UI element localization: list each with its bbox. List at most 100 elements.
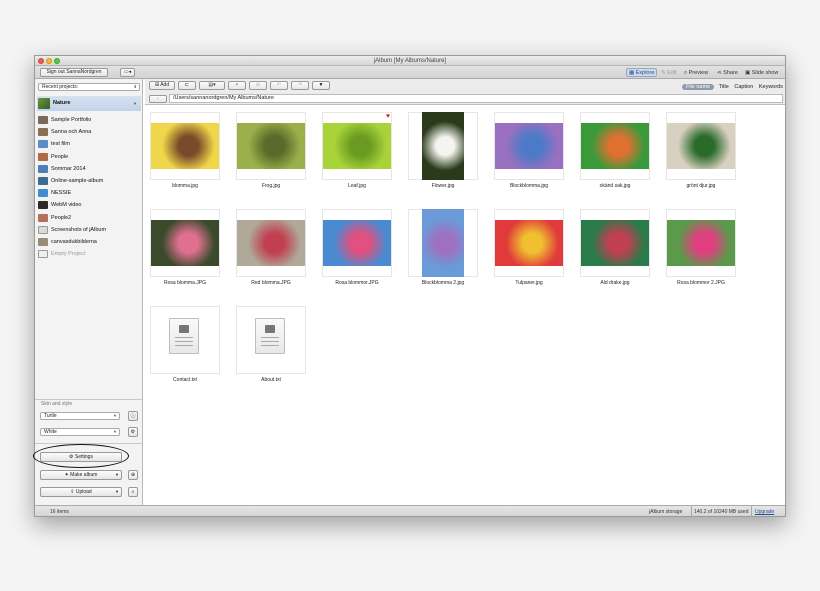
sidebar-item-empty-project[interactable]: Empty Project bbox=[37, 248, 141, 260]
edit-icon: ✎ bbox=[661, 70, 666, 76]
close-window-button[interactable] bbox=[38, 58, 44, 64]
delete-icon: ⊖ bbox=[255, 82, 261, 88]
sidebar-item-sample-portfolio[interactable]: Sample Portfolio bbox=[37, 114, 141, 126]
file-tile-image[interactable]: grönt djur.jpg bbox=[666, 112, 736, 190]
heart-icon[interactable]: ♥ bbox=[386, 113, 390, 120]
search-button[interactable]: ⌕ bbox=[128, 487, 138, 497]
file-tile-image[interactable]: Ald drake.jpg bbox=[580, 209, 650, 287]
settings-highlight-ring bbox=[33, 444, 129, 468]
sort-keywords[interactable]: Keywords bbox=[759, 84, 783, 90]
project-thumbnail bbox=[38, 225, 48, 234]
recent-projects-dropdown[interactable]: Recent projects: ⬍ bbox=[38, 83, 140, 91]
sidebar-item-test-film[interactable]: test film bbox=[37, 138, 141, 150]
photo-thumbnail bbox=[323, 220, 391, 266]
project-thumbnail bbox=[38, 98, 50, 109]
rotate-left-button[interactable]: ↶ bbox=[270, 81, 288, 90]
upgrade-link[interactable]: Upgrade bbox=[755, 506, 774, 516]
project-thumbnail bbox=[38, 201, 48, 210]
sign-out-button[interactable]: Sign out SannaNordgren bbox=[40, 68, 108, 77]
make-album-button[interactable]: ✦ Make album ▼ bbox=[40, 470, 122, 480]
project-thumbnail bbox=[38, 250, 48, 259]
back-button[interactable]: ‹ bbox=[149, 95, 167, 103]
tab-explore[interactable]: ▦ Explore bbox=[626, 68, 658, 77]
sidebar-item-label: People2 bbox=[51, 214, 72, 221]
photo-thumbnail bbox=[495, 123, 563, 169]
tab-preview[interactable]: ⌕ Preview bbox=[684, 69, 708, 77]
file-tile-image[interactable]: Rosa blomma.JPG bbox=[150, 209, 220, 287]
file-tile-document[interactable]: About.txt bbox=[236, 306, 306, 384]
photo-thumbnail bbox=[151, 123, 219, 169]
new-page-button[interactable]: ▤▾ bbox=[199, 81, 225, 90]
tab-edit[interactable]: ✎ Edit bbox=[661, 69, 677, 77]
file-grid: blomma.jpg Frog.jpg ♥ Leaf.jpg Flower.jpg Blo… bbox=[145, 106, 785, 505]
sidebar: Recent projects: ⬍ Nature ▼ Sample Portf… bbox=[35, 79, 143, 505]
sort-options: File name Title Caption Keywords bbox=[681, 83, 783, 91]
file-tile-image[interactable]: Red blomma.JPG bbox=[236, 209, 306, 287]
storage-usage: 140.2 of 10240 MB used bbox=[691, 506, 752, 516]
file-tile-image[interactable]: okänd sak.jpg bbox=[580, 112, 650, 190]
tab-slide-show[interactable]: ▣ Slide show bbox=[745, 69, 778, 77]
file-tile-image[interactable]: ♥ Leaf.jpg bbox=[322, 112, 392, 190]
sort-title[interactable]: Title bbox=[719, 84, 729, 90]
new-folder-button[interactable]: ⊏ bbox=[178, 81, 196, 90]
sidebar-item-canvasdukbilderna[interactable]: canvasdukbilderna bbox=[37, 236, 141, 248]
magnifier-icon: ⌕ bbox=[684, 70, 688, 76]
file-tile-document[interactable]: Contact.txt bbox=[150, 306, 220, 384]
favorite-button[interactable]: ♥ bbox=[228, 81, 246, 90]
rotate-right-button[interactable]: ↷ bbox=[291, 81, 309, 90]
skin-and-style-label: Skin and style bbox=[41, 401, 73, 407]
file-name-label: Leaf.jpg bbox=[348, 183, 366, 189]
sort-file-name[interactable]: File name bbox=[681, 84, 715, 90]
sidebar-item-sommar-2014[interactable]: Sommar 2014 bbox=[37, 163, 141, 175]
skin-info-button[interactable]: ⓘ bbox=[128, 411, 138, 421]
style-dropdown[interactable]: White ▼ bbox=[40, 428, 120, 436]
dropdown-arrow-icon: ▼ bbox=[113, 429, 117, 434]
path-field[interactable]: /Users/sannanordgren/My Albums/Nature bbox=[169, 94, 783, 103]
zoom-window-button[interactable] bbox=[54, 58, 60, 64]
file-tile-image[interactable]: Rosa blommor 2.JPG bbox=[666, 209, 736, 287]
minimize-window-button[interactable] bbox=[46, 58, 52, 64]
style-settings-button[interactable]: ⚙ bbox=[128, 427, 138, 437]
delete-button[interactable]: ⊖ bbox=[249, 81, 267, 90]
chevron-down-icon[interactable]: ▼ bbox=[133, 96, 137, 111]
chevron-down-icon[interactable]: ▼ bbox=[115, 471, 119, 479]
sidebar-item-screenshots-of-jalbum[interactable]: Screenshots of jAlbum bbox=[37, 224, 141, 236]
zoom-in-button[interactable]: ⊕ bbox=[128, 470, 138, 480]
file-tile-image[interactable]: Frog.jpg bbox=[236, 112, 306, 190]
video-toggle-button[interactable]: ▭◂ bbox=[120, 68, 135, 77]
zoom-in-icon: ⊕ bbox=[130, 472, 136, 478]
tab-share[interactable]: ⋖ Share bbox=[717, 69, 738, 77]
chevron-down-icon[interactable]: ▼ bbox=[115, 488, 119, 496]
sidebar-item-webm-video[interactable]: WebM video bbox=[37, 199, 141, 211]
upload-button[interactable]: ⇪ Upload ▼ bbox=[40, 487, 122, 497]
share-icon: ⋖ bbox=[717, 70, 722, 76]
sidebar-item-nessie[interactable]: NESSIE bbox=[37, 187, 141, 199]
sidebar-item-label: WebM video bbox=[51, 202, 82, 209]
sort-caption[interactable]: Caption bbox=[734, 84, 753, 90]
add-button[interactable]: ⊞ Add bbox=[149, 81, 175, 90]
explore-icon: ▦ bbox=[629, 70, 635, 76]
sidebar-item-label: NESSIE bbox=[51, 190, 72, 197]
sidebar-item-people2[interactable]: People2 bbox=[37, 212, 141, 224]
file-tile-image[interactable]: blomma.jpg bbox=[150, 112, 220, 190]
file-tile-image[interactable]: Blockblomma 2.jpg bbox=[408, 209, 478, 287]
file-tile-image[interactable]: Tulpaner.jpg bbox=[494, 209, 564, 287]
rotate-left-icon: ↶ bbox=[276, 82, 282, 88]
file-tile-image[interactable]: Rosa blommor.JPG bbox=[322, 209, 392, 287]
sidebar-item-people[interactable]: People bbox=[37, 151, 141, 163]
file-name-label: Tulpaner.jpg bbox=[515, 280, 543, 286]
sidebar-item-online-sample-album[interactable]: Online-sample-album bbox=[37, 175, 141, 187]
skin-dropdown[interactable]: Turtle ▼ bbox=[40, 412, 120, 420]
filter-button[interactable]: ▼ bbox=[312, 81, 330, 90]
title-bar: jAlbum [My Albums/Nature] bbox=[35, 56, 785, 66]
sidebar-item-sanna-och-anna[interactable]: Sanna och Anna bbox=[37, 126, 141, 138]
file-tile-image[interactable]: Flower.jpg bbox=[408, 112, 478, 190]
file-name-label: Red blomma.JPG bbox=[251, 280, 291, 286]
rotate-right-icon: ↷ bbox=[297, 82, 303, 88]
heart-icon: ♥ bbox=[235, 82, 239, 88]
file-tile-image[interactable]: Blockblomma.jpg bbox=[494, 112, 564, 190]
file-name-label: Rosa blommor.JPG bbox=[335, 280, 379, 286]
sidebar-item-nature[interactable]: Nature ▼ bbox=[37, 96, 141, 111]
top-toolbar: Sign out SannaNordgren ▭◂ ▦ Explore ✎ Ed… bbox=[35, 66, 785, 79]
project-thumbnail bbox=[38, 164, 48, 173]
